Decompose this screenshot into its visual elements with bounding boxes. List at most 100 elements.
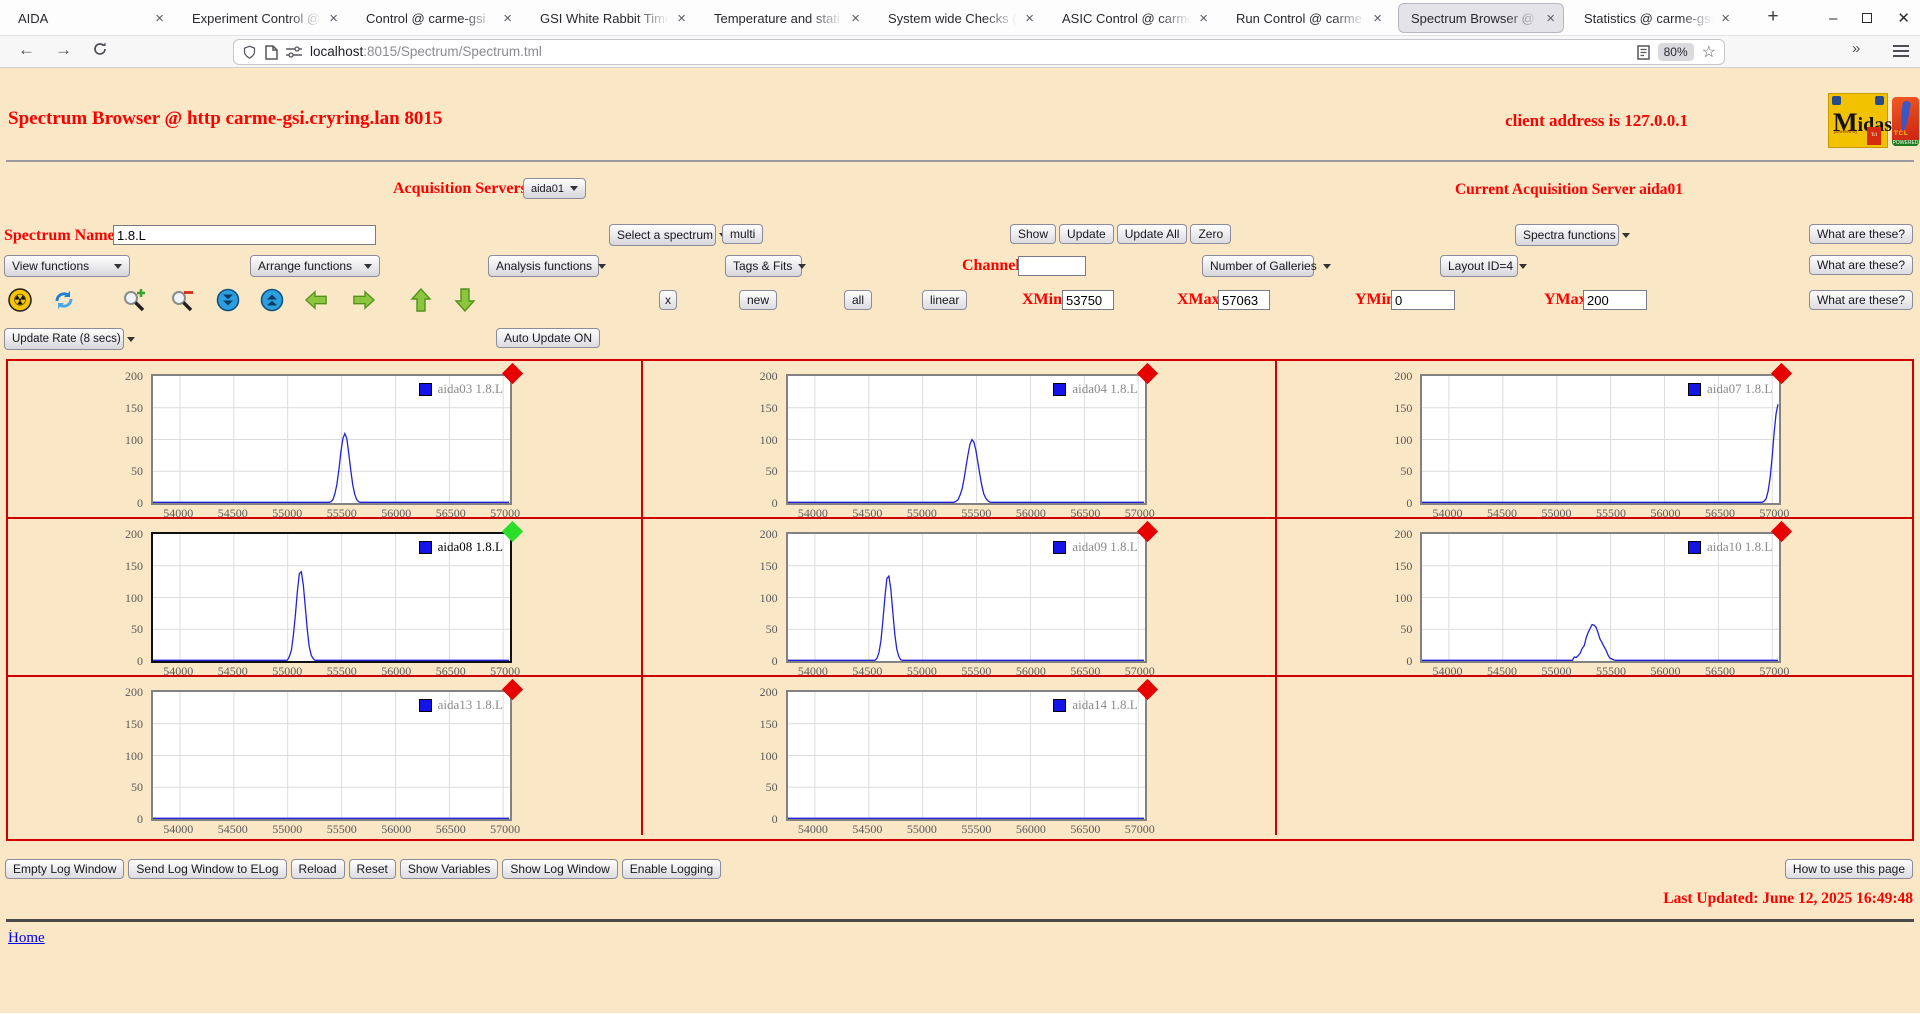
reset-button[interactable]: Reset — [349, 859, 396, 879]
arrow-right-icon[interactable] — [352, 288, 376, 312]
reload-button[interactable] — [92, 41, 108, 62]
maximize-button[interactable] — [1862, 13, 1872, 23]
arrange-functions-dropdown[interactable]: Arrange functions — [250, 255, 380, 277]
plot-area[interactable]: aida10 1.8.L — [1420, 532, 1781, 663]
back-button[interactable]: ← — [18, 40, 35, 60]
empty-log-window-button[interactable]: Empty Log Window — [5, 859, 124, 879]
select-spectrum-dropdown[interactable]: Select a spectrum — [609, 224, 716, 246]
plot-area[interactable]: aida09 1.8.L — [786, 532, 1147, 663]
minimize-button[interactable]: – — [1829, 10, 1837, 27]
what-are-these-button[interactable]: What are these? — [1809, 224, 1913, 244]
y-tick-label: 200 — [125, 527, 143, 542]
plot-area[interactable]: aida14 1.8.L — [786, 690, 1147, 821]
all-button[interactable]: all — [844, 290, 872, 310]
ymin-input[interactable] — [1391, 290, 1455, 310]
update-button[interactable]: Update — [1059, 224, 1114, 244]
y-tick-label: 50 — [766, 622, 778, 637]
tab-title: System wide Checks ( — [888, 11, 1021, 26]
plot-area[interactable]: aida04 1.8.L — [786, 374, 1147, 505]
y-tick-label: 200 — [760, 527, 778, 542]
reader-view-icon[interactable] — [1637, 45, 1650, 60]
refresh-icon[interactable] — [52, 288, 76, 312]
arrow-left-icon[interactable] — [304, 288, 328, 312]
y-tick-label: 0 — [137, 812, 143, 827]
tab-close-icon[interactable]: × — [1546, 10, 1555, 27]
chevron-down-icon — [114, 264, 122, 269]
shield-icon[interactable] — [242, 45, 257, 60]
url-bar[interactable]: localhost:8015/Spectrum/Spectrum.tml 80%… — [233, 39, 1725, 65]
update-rate-dropdown[interactable]: Update Rate (8 secs) — [4, 328, 124, 350]
browser-tab[interactable]: AIDA× — [6, 3, 172, 33]
x-tick-label: 55500 — [320, 822, 364, 837]
xmin-input[interactable] — [1062, 290, 1114, 310]
tab-close-icon[interactable]: × — [329, 10, 338, 27]
view-functions-dropdown[interactable]: View functions — [4, 255, 130, 277]
browser-tab[interactable]: Experiment Control @ c× — [180, 3, 346, 33]
plot-area[interactable]: aida13 1.8.L — [151, 690, 512, 821]
browser-tab[interactable]: ASIC Control @ carme× — [1050, 3, 1216, 33]
send-log-window-to-elog-button[interactable]: Send Log Window to ELog — [128, 859, 286, 879]
enable-logging-button[interactable]: Enable Logging — [622, 859, 721, 879]
browser-tab[interactable]: Spectrum Browser @ l× — [1398, 3, 1564, 33]
auto-update-button[interactable]: Auto Update ON — [496, 328, 600, 348]
new-tab-button[interactable]: + — [1760, 5, 1786, 31]
zoom-in-icon[interactable] — [122, 288, 146, 312]
browser-tab[interactable]: Control @ carme-gsi× — [354, 3, 520, 33]
tab-close-icon[interactable]: × — [1721, 10, 1730, 27]
browser-tab[interactable]: Temperature and stati× — [702, 3, 868, 33]
hamburger-menu-icon[interactable] — [1893, 43, 1909, 63]
tab-close-icon[interactable]: × — [155, 10, 164, 27]
new-button[interactable]: new — [739, 290, 777, 310]
zero-button[interactable]: Zero — [1190, 224, 1231, 244]
page-icon[interactable] — [265, 45, 278, 60]
overflow-menu-icon[interactable]: » — [1852, 40, 1860, 57]
xmax-input[interactable] — [1218, 290, 1270, 310]
analysis-functions-dropdown[interactable]: Analysis functions — [488, 255, 599, 277]
spectrum-name-input[interactable] — [113, 225, 376, 245]
show-variables-button[interactable]: Show Variables — [400, 859, 499, 879]
browser-tab[interactable]: System wide Checks ( × — [876, 3, 1042, 33]
acquisition-server-select[interactable]: aida01 — [523, 178, 586, 199]
window-close-button[interactable]: ✕ — [1897, 9, 1910, 27]
how-to-use-button[interactable]: How to use this page — [1785, 859, 1913, 879]
browser-tab[interactable]: Statistics @ carme-gsi× — [1572, 3, 1738, 33]
plot-area[interactable]: aida07 1.8.L — [1420, 374, 1781, 505]
arrow-down-icon[interactable] — [453, 288, 477, 312]
zoom-out-icon[interactable] — [170, 288, 194, 312]
reload-button[interactable]: Reload — [291, 859, 345, 879]
update-all-button[interactable]: Update All — [1117, 224, 1188, 244]
show-log-window-button[interactable]: Show Log Window — [502, 859, 617, 879]
linear-button[interactable]: linear — [922, 290, 967, 310]
collapse-icon[interactable] — [216, 288, 240, 312]
tags-fits-dropdown[interactable]: Tags & Fits — [725, 255, 802, 277]
forward-button[interactable]: → — [55, 40, 72, 60]
browser-tab[interactable]: Run Control @ carme-× — [1224, 3, 1390, 33]
plot-area[interactable]: aida08 1.8.L — [151, 532, 512, 663]
bookmark-star-icon[interactable]: ☆ — [1702, 42, 1716, 62]
show-button[interactable]: Show — [1010, 224, 1056, 244]
home-link[interactable]: Home — [8, 930, 45, 947]
x-axis-button[interactable]: x — [659, 290, 677, 310]
spectra-functions-dropdown[interactable]: Spectra functions — [1515, 224, 1619, 246]
permissions-icon[interactable] — [286, 46, 302, 58]
expand-icon[interactable] — [260, 288, 284, 312]
zoom-level-badge[interactable]: 80% — [1658, 43, 1694, 61]
tab-close-icon[interactable]: × — [1373, 10, 1382, 27]
number-of-galleries-dropdown[interactable]: Number of Galleries — [1202, 255, 1314, 277]
tab-close-icon[interactable]: × — [503, 10, 512, 27]
browser-tab[interactable]: GSI White Rabbit Time× — [528, 3, 694, 33]
what-are-these-button[interactable]: What are these? — [1809, 290, 1913, 310]
channel-input[interactable] — [1018, 256, 1086, 276]
radiation-icon[interactable]: ☢ — [8, 288, 32, 312]
spectrum-panel-aida10: 050100150200aida10 1.8.L5400054500550005… — [1277, 519, 1912, 677]
plot-area[interactable]: aida03 1.8.L — [151, 374, 512, 505]
tab-close-icon[interactable]: × — [1025, 10, 1034, 27]
tab-close-icon[interactable]: × — [677, 10, 686, 27]
layout-id-dropdown[interactable]: Layout ID=4 — [1440, 255, 1518, 277]
what-are-these-button[interactable]: What are these? — [1809, 255, 1913, 275]
tab-close-icon[interactable]: × — [851, 10, 860, 27]
tab-close-icon[interactable]: × — [1199, 10, 1208, 27]
arrow-up-icon[interactable] — [409, 288, 433, 312]
ymax-input[interactable] — [1583, 290, 1647, 310]
multi-button[interactable]: multi — [722, 224, 763, 244]
